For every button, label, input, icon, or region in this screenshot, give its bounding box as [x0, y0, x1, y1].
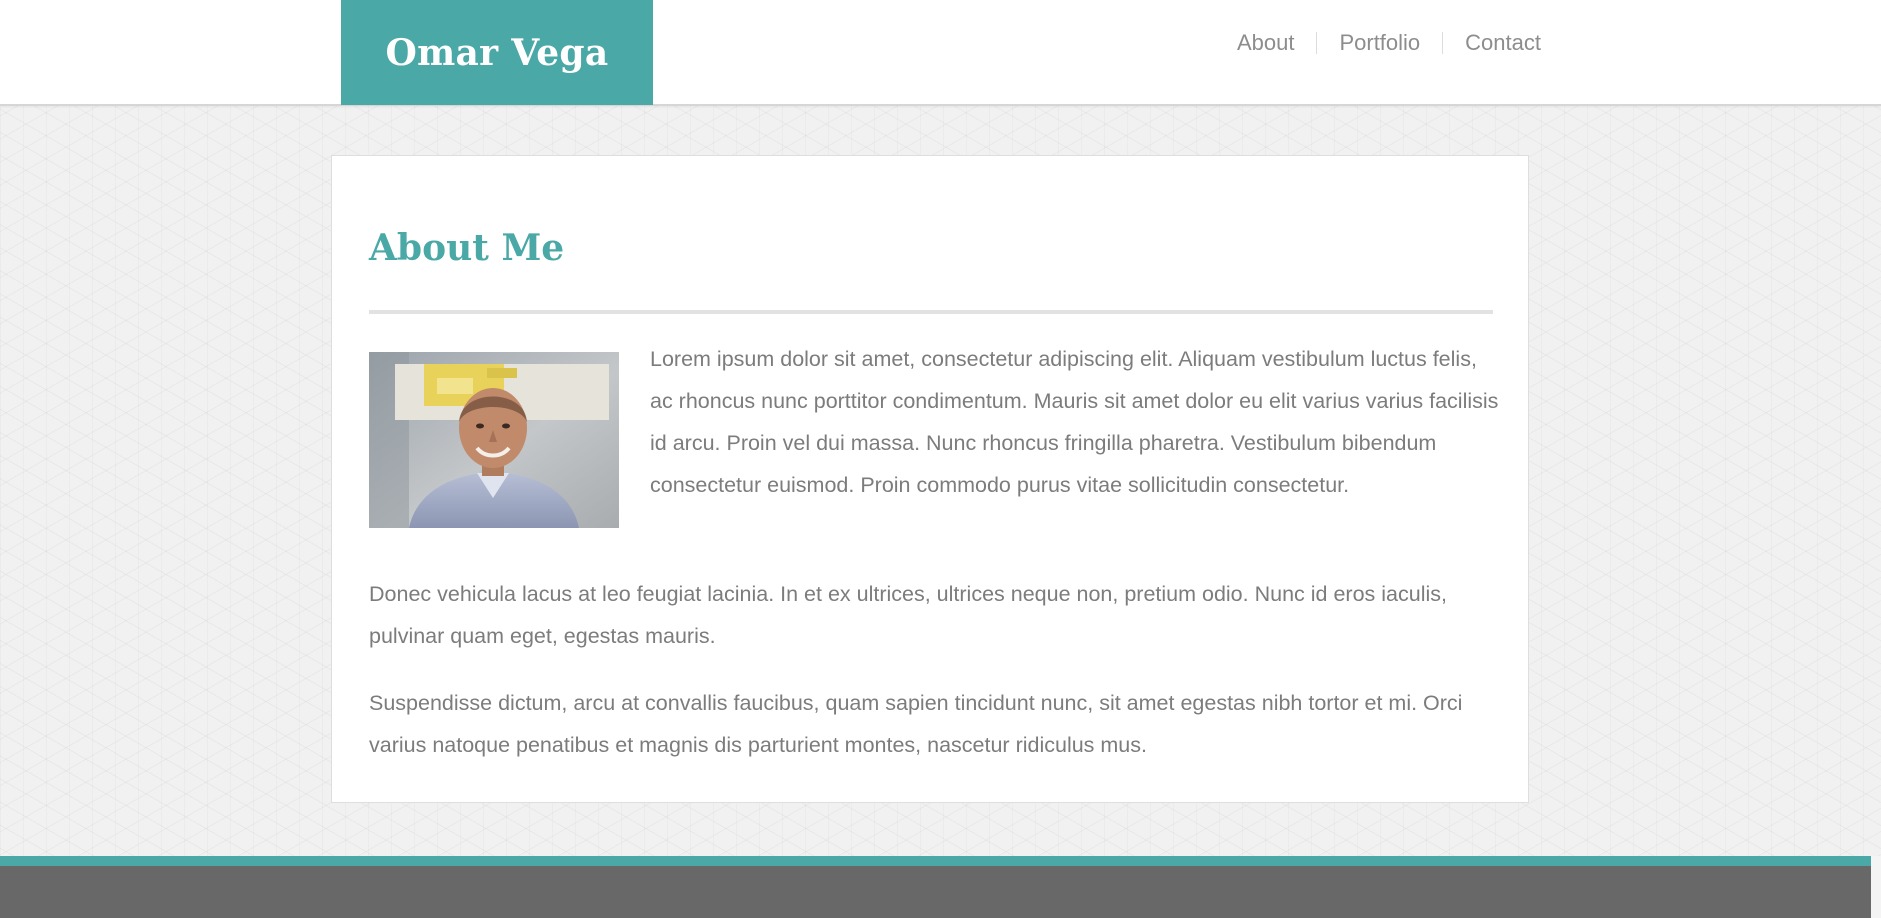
about-card: About Me Lorem ipsum dolor sit amet, con…	[331, 155, 1529, 803]
profile-photo	[369, 352, 619, 528]
about-paragraph-3: Suspendisse dictum, arcu at convallis fa…	[369, 691, 1463, 757]
main-nav: About Portfolio Contact	[1215, 29, 1541, 57]
brand-logo[interactable]: Omar Vega	[341, 0, 653, 105]
scrollbar[interactable]	[1871, 856, 1881, 918]
brand-name: Omar Vega	[385, 31, 609, 74]
footer-accent-bar	[0, 856, 1871, 866]
nav-contact[interactable]: Contact	[1443, 29, 1541, 57]
nav-portfolio[interactable]: Portfolio	[1317, 29, 1442, 57]
title-divider	[369, 310, 1493, 314]
site-footer	[0, 866, 1871, 918]
about-paragraph-1: Lorem ipsum dolor sit amet, consectetur …	[650, 347, 1499, 497]
about-paragraph-2: Donec vehicula lacus at leo feugiat laci…	[369, 582, 1447, 648]
page-title: About Me	[369, 227, 565, 269]
site-header: Omar Vega About Portfolio Contact	[0, 0, 1881, 106]
nav-about[interactable]: About	[1215, 29, 1317, 57]
